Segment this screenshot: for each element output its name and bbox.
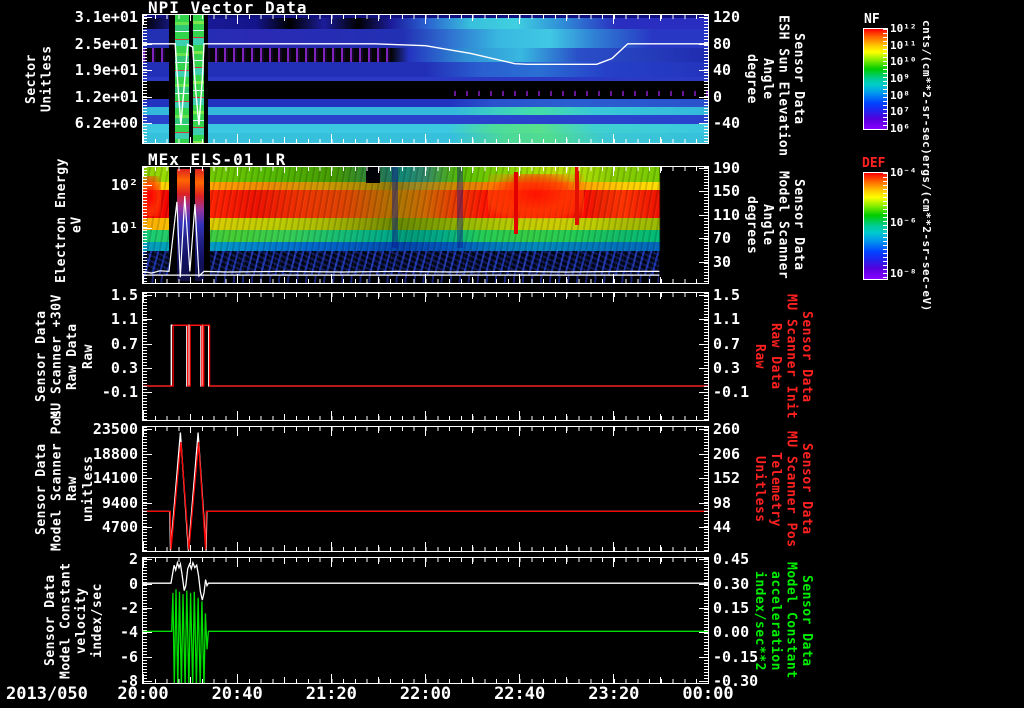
x-axis-tick-mark: [613, 674, 615, 683]
x-axis-tick-mark: [660, 558, 662, 564]
x-axis-tick-mark: [519, 674, 521, 683]
x-axis-tick-mark: [425, 558, 426, 567]
y-axis-tick-mark: [143, 559, 152, 561]
panel-model-constant-velocity: 2 0 -2 -4 -6 -8 0.45 0.30 0.15 0.00 -0.15 -0.30 Sens…: [0, 0, 1024, 708]
y2-axis-tick-mark: [699, 632, 708, 634]
x-axis-tick-mark: [283, 558, 285, 564]
y2-axis-tick-mark: [699, 681, 708, 683]
y2-axis-tick-mark: [699, 608, 708, 609]
data-trace: [143, 589, 708, 683]
x-axis-tick-mark: [330, 558, 332, 567]
y-axis-tick-mark: [143, 608, 152, 609]
trace-overlay: [143, 560, 708, 683]
x-axis-tick-mark: [189, 558, 191, 564]
x-axis-tick-mark: [236, 558, 238, 567]
x-axis-tick-mark: [660, 677, 662, 683]
x-axis-tick-mark: [236, 674, 238, 683]
x-axis-tick-mark: [283, 677, 285, 683]
science-plot-window: NF 10¹² 10¹¹ 10¹⁰ 10⁹ 10⁸ 10⁷ 10⁶ cnts/(cm**2-…: [0, 0, 1024, 708]
x-axis-tick-mark: [472, 558, 474, 564]
x-axis-tick-mark: [377, 558, 379, 564]
x-axis-tick-mark: [566, 558, 568, 564]
y2-axis-tick-mark: [699, 583, 708, 585]
y2-axis-tick-mark: [699, 559, 708, 561]
x-axis-tick-mark: [330, 674, 332, 683]
plot-area-model-constant-velocity: [143, 558, 708, 683]
x-axis-tick-mark: [377, 677, 379, 683]
x-axis-tick-mark: [613, 558, 615, 567]
y-axis-tick-mark: [143, 656, 152, 658]
y-axis-title-model-constant-velocity: Sensor Data Model Constant velocity inde…: [43, 562, 105, 679]
x-axis-tick-mark: [566, 677, 568, 683]
y2-axis-tick-mark: [699, 656, 708, 658]
y-axis-tick-mark: [143, 632, 152, 634]
x-axis-tick-mark: [425, 674, 426, 683]
y-axis-tick-mark: [143, 681, 152, 683]
x-axis-tick-mark: [519, 558, 521, 567]
plot-box-model-constant-velocity: [142, 557, 709, 684]
x-axis-tick-mark: [189, 677, 191, 683]
data-trace: [143, 560, 708, 601]
y2-axis-title-model-constant-velocity: Sensor Data Model Constant acceleration …: [752, 562, 814, 679]
y-axis-tick-mark: [143, 583, 152, 585]
x-axis-tick-mark: [472, 677, 474, 683]
